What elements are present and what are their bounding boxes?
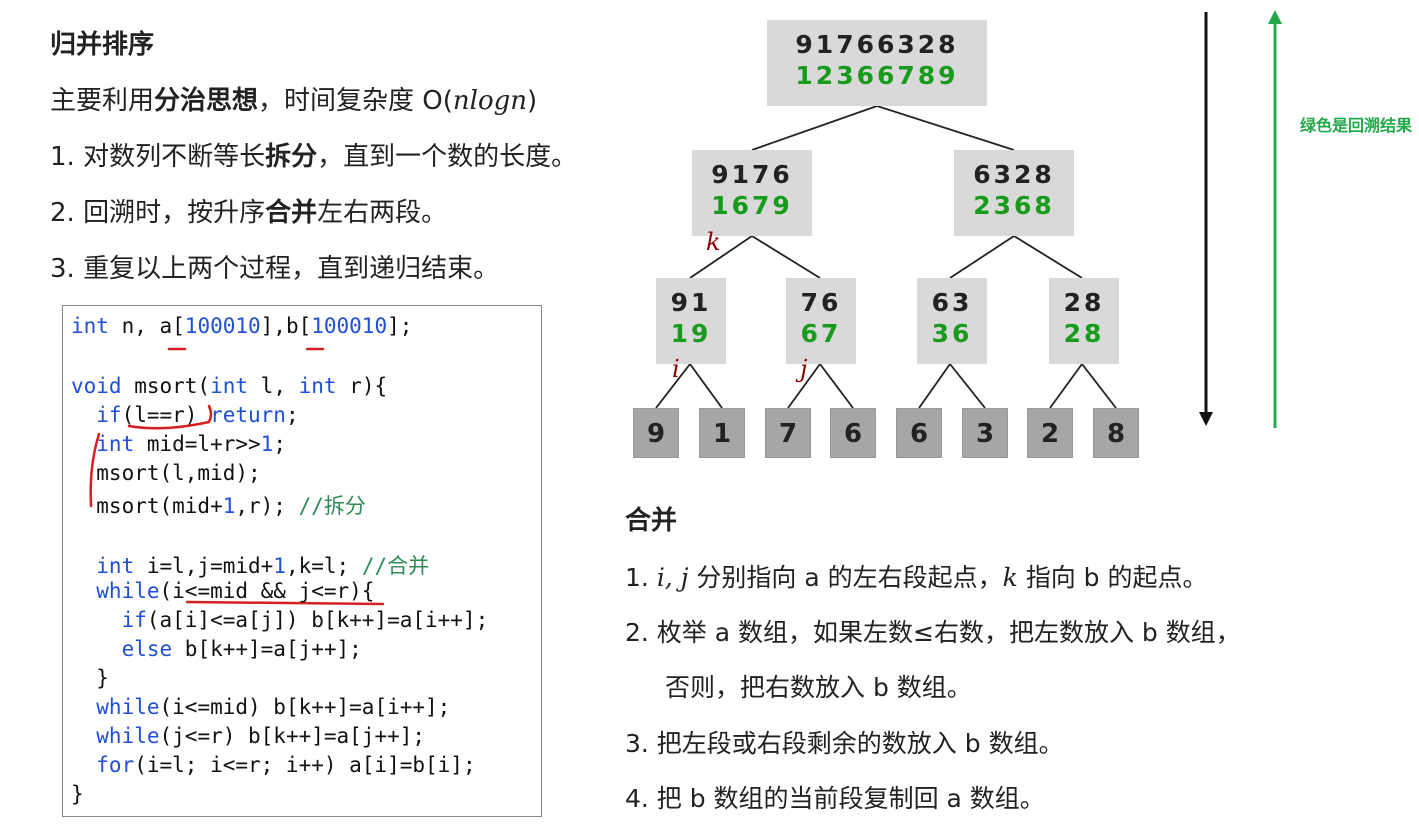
leaf-4: 6 bbox=[896, 408, 942, 458]
ij-math: i, j bbox=[656, 563, 689, 592]
root-original: 91766328 bbox=[795, 30, 959, 59]
tree-node-l1-0: 9176 1679 bbox=[692, 150, 812, 236]
merge-title: 合并 bbox=[625, 506, 678, 536]
merge-step-2-cont: 否则，把右数放入 b 数组。 bbox=[665, 673, 972, 702]
tree-node-l2-1: 76 67 bbox=[786, 278, 856, 364]
merge-step-3: 3. 把左段或右段剩余的数放入 b 数组。 bbox=[625, 729, 1064, 758]
leaf-6: 2 bbox=[1027, 408, 1073, 458]
leaf-7: 8 bbox=[1093, 408, 1139, 458]
leaf-5: 3 bbox=[962, 408, 1008, 458]
tree-node-l2-3: 28 28 bbox=[1049, 278, 1119, 364]
merge-step-1: 1. i, j 分别指向 a 的左右段起点，k 指向 b 的起点。 bbox=[625, 563, 1208, 592]
black-down-arrow bbox=[1199, 12, 1213, 426]
leaf-3: 6 bbox=[830, 408, 876, 458]
tree-root: 91766328 12366789 bbox=[767, 20, 987, 106]
green-up-arrow bbox=[1268, 10, 1282, 428]
leaf-2: 7 bbox=[765, 408, 811, 458]
var-j-label: j bbox=[800, 355, 808, 383]
k-math: k bbox=[1002, 563, 1018, 592]
merge-step-2: 2. 枚举 a 数组，如果左数≤右数，把左数放入 b 数组， bbox=[625, 618, 1241, 647]
root-sorted: 12366789 bbox=[795, 61, 959, 90]
leaf-0: 9 bbox=[633, 408, 679, 458]
merge-step-4: 4. 把 b 数组的当前段复制回 a 数组。 bbox=[625, 784, 1045, 813]
leaf-1: 1 bbox=[699, 408, 745, 458]
var-k-label: k bbox=[706, 228, 721, 256]
var-i-label: i bbox=[672, 355, 680, 383]
green-note: 绿色是回溯结果 bbox=[1300, 116, 1413, 135]
tree-node-l2-2: 63 36 bbox=[917, 278, 987, 364]
tree-node-l2-0: 91 19 bbox=[656, 278, 726, 364]
tree-node-l1-1: 6328 2368 bbox=[954, 150, 1074, 236]
